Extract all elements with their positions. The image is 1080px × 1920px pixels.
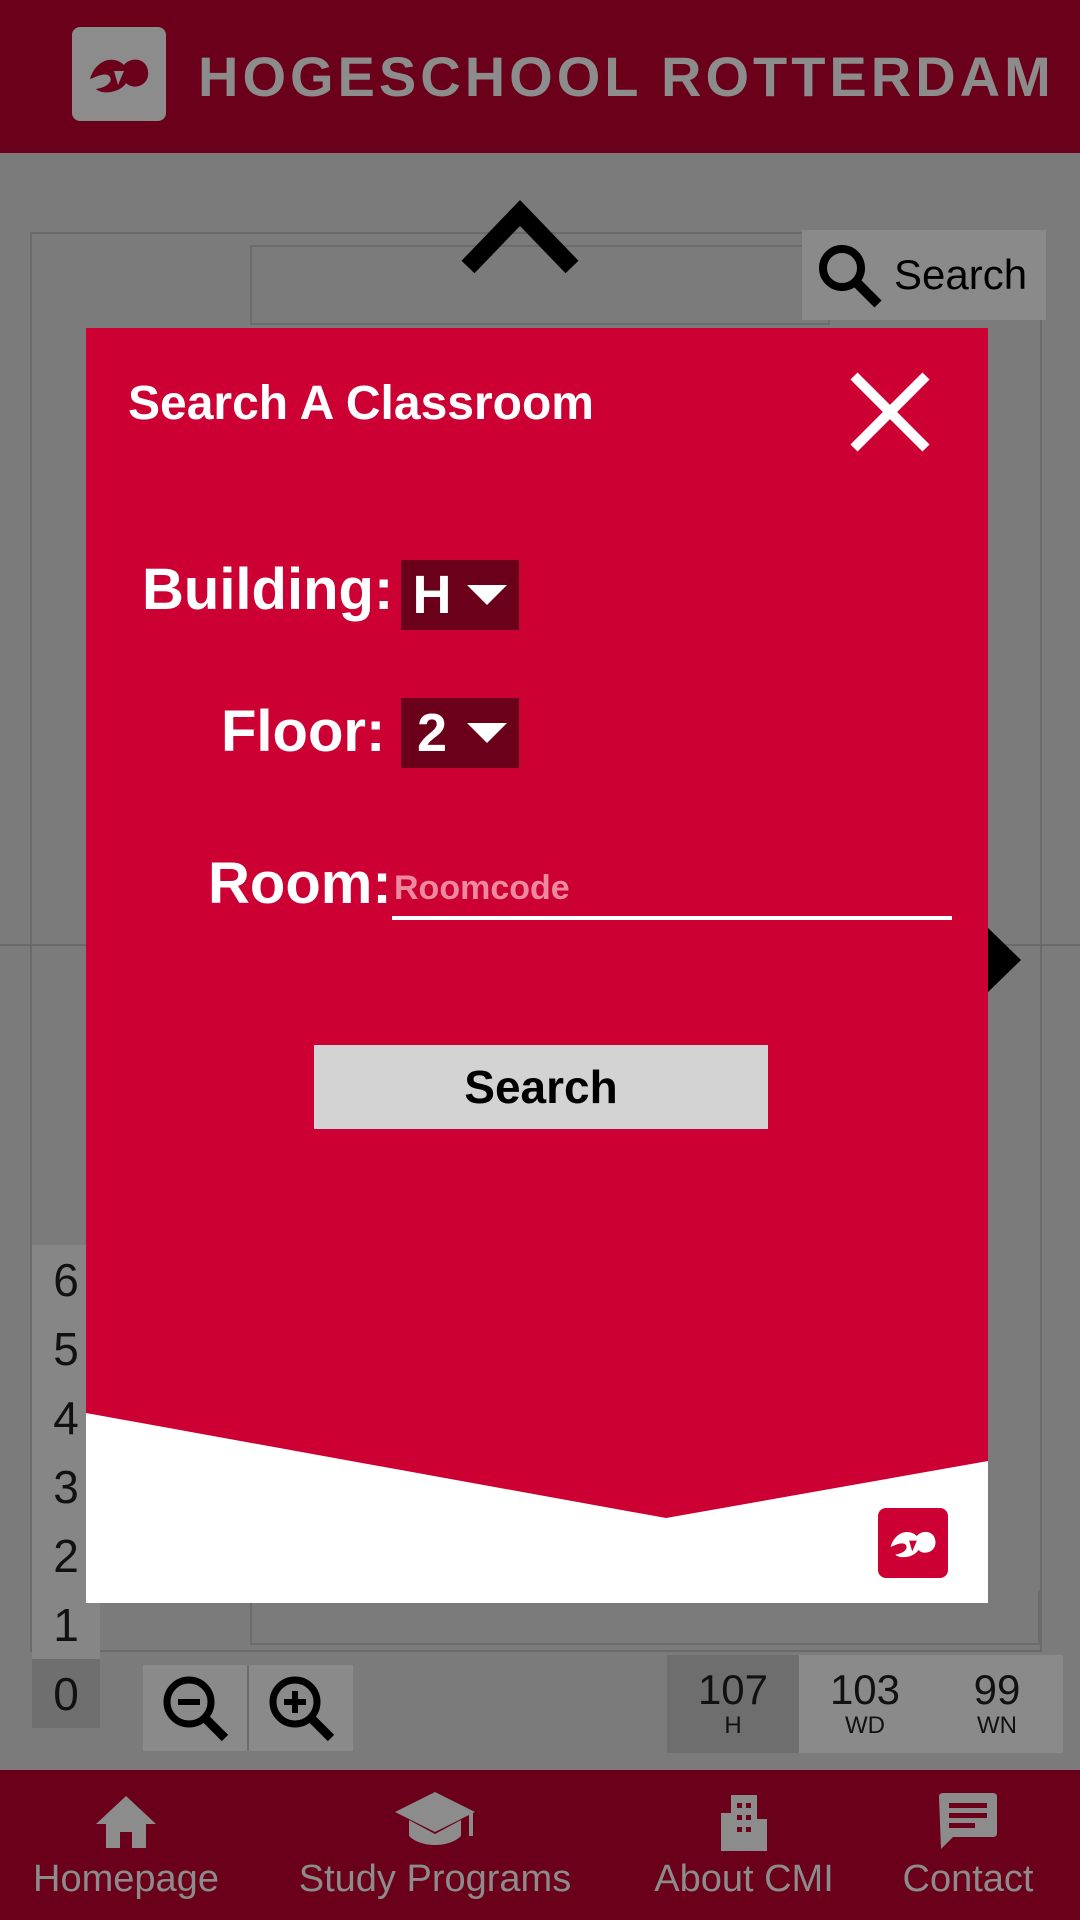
nav-label: Homepage [33, 1858, 219, 1900]
navigate-right-button[interactable] [985, 925, 1025, 995]
hr-logo-icon [878, 1508, 948, 1578]
floor-0[interactable]: 0 [32, 1659, 100, 1728]
search-button[interactable]: Search [314, 1045, 768, 1129]
count-value: 107 [697, 1666, 769, 1713]
floor-select-value: 2 [416, 703, 448, 763]
building-label: Building: [142, 557, 394, 622]
nav-study-programs[interactable]: Study Programs [290, 1770, 580, 1920]
nav-label: Study Programs [298, 1858, 572, 1900]
chevron-down-icon [467, 723, 507, 743]
nav-label: About CMI [654, 1858, 834, 1900]
chevron-right-icon [985, 925, 1021, 995]
building-select[interactable]: H [401, 560, 519, 630]
home-icon [94, 1792, 158, 1852]
hr-logo-icon [72, 27, 166, 121]
count-building-h[interactable]: 107 H [667, 1655, 799, 1753]
zoom-out-button[interactable] [143, 1665, 247, 1751]
navigate-up-button[interactable] [460, 195, 580, 275]
count-label: WD [845, 1712, 885, 1739]
header-title: HOGESCHOOL ROTTERDAM [198, 45, 1055, 108]
nav-label: Contact [902, 1858, 1034, 1900]
close-button[interactable] [848, 370, 932, 454]
floor-label: Floor: [221, 699, 386, 764]
zoom-in-icon [269, 1676, 335, 1742]
room-code-input[interactable] [392, 860, 952, 920]
search-icon [819, 245, 882, 308]
nav-contact[interactable]: Contact [890, 1770, 1046, 1920]
count-building-wn[interactable]: 99 WN [931, 1655, 1063, 1753]
map-search-label: Search [894, 251, 1028, 298]
building-icon [719, 1792, 769, 1852]
chat-icon [937, 1792, 999, 1852]
graduation-cap-icon [393, 1792, 477, 1852]
modal-title: Search A Classroom [128, 377, 594, 430]
search-classroom-modal: Search A Classroom Building: H Floor: 2 … [86, 328, 988, 1603]
close-icon [850, 372, 930, 452]
zoom-in-button[interactable] [249, 1665, 353, 1751]
count-value: 103 [829, 1666, 901, 1713]
floor-select[interactable]: 2 [401, 698, 519, 768]
zoom-out-icon [163, 1676, 228, 1742]
bottom-navigation: Homepage Study Programs About CMI Contac… [0, 1770, 1080, 1920]
nav-about-cmi[interactable]: About CMI [648, 1770, 840, 1920]
count-label: WN [977, 1712, 1017, 1739]
room-label: Room: [208, 851, 392, 916]
app-header: HOGESCHOOL ROTTERDAM [0, 0, 1080, 153]
count-building-wd[interactable]: 103 WD [799, 1655, 931, 1753]
chevron-up-icon [461, 200, 579, 274]
modal-footer-wave [86, 1413, 988, 1603]
building-select-value: H [412, 565, 452, 625]
map-search-button[interactable]: Search [802, 230, 1046, 320]
chevron-down-icon [467, 585, 507, 605]
count-label: H [724, 1712, 742, 1739]
count-value: 99 [973, 1666, 1021, 1713]
building-counts: 107 H 103 WD 99 WN [667, 1655, 1063, 1753]
nav-homepage[interactable]: Homepage [28, 1770, 224, 1920]
zoom-controls [143, 1665, 353, 1751]
